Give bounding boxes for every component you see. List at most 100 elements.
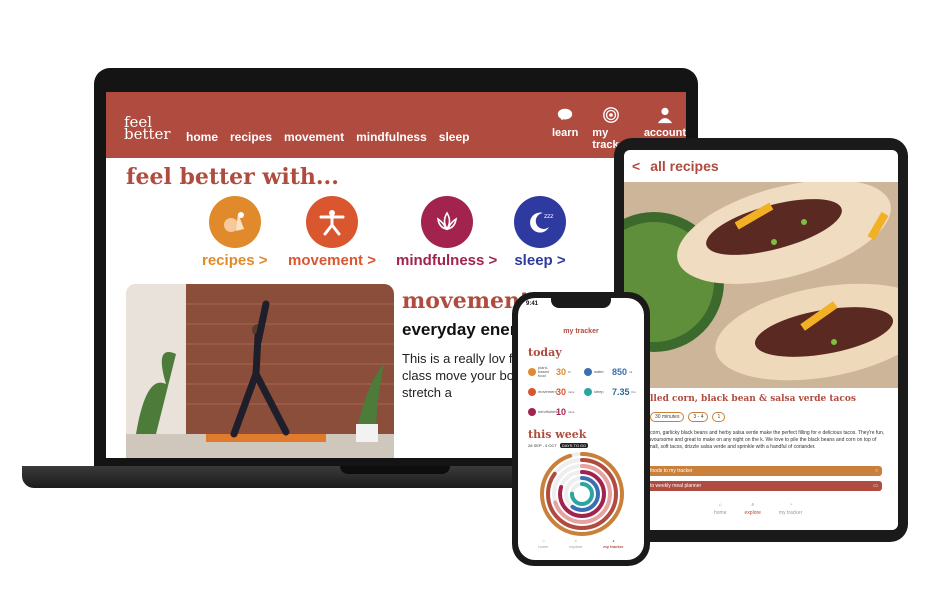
tablet-tab-tracker-label: my tracker (778, 510, 803, 516)
laptop-notch (340, 466, 450, 474)
tablet-page-title: all recipes (650, 158, 719, 174)
days-to-go-badge: DAYS TO GO (559, 443, 589, 448)
stat-sleep[interactable]: sleep 7.35 hrs (584, 384, 636, 400)
nav-learn-label: learn (552, 127, 579, 139)
week-range: 28 SEP - 4 OCT DAYS TO GO (528, 443, 589, 448)
add-to-tracker-button[interactable]: foods to my tracker ○ (646, 466, 882, 476)
user-icon (657, 107, 673, 124)
stat-value: 7.35 (612, 387, 630, 397)
nav-home[interactable]: home (186, 130, 218, 144)
tablet-tab-explore[interactable]: ⌕ explore (745, 502, 761, 516)
category-row: recipes > movement > mindfulness > zzz s… (196, 196, 676, 276)
search-icon: ⌕ (574, 538, 577, 543)
nav-sleep[interactable]: sleep (439, 130, 470, 144)
tablet-tab-home[interactable]: ⌂ home (714, 502, 727, 516)
stat-label: sleep (594, 389, 604, 394)
phone-tab-my-tracker[interactable]: ◕ my tracker (603, 538, 623, 549)
tag-servings: 3 - 4 (688, 412, 709, 422)
tablet-tab-my-tracker[interactable]: ◔ my tracker (779, 502, 802, 516)
stat-unit: % (568, 370, 571, 374)
recipe-tags: 30 minutes 3 - 4 1 (650, 412, 726, 422)
brain-icon (557, 108, 573, 121)
site-logo[interactable]: feel better (124, 115, 171, 143)
stat-label: mindfulness (538, 409, 560, 414)
nav-learn[interactable]: learn (552, 106, 578, 151)
phone-tab-home-label: home (538, 544, 549, 549)
tablet-tab-explore-label: explore (744, 510, 761, 516)
stat-label: plant-based food (538, 365, 549, 378)
stat-value: 30 (556, 387, 567, 397)
tracker-icon: ◔ (789, 502, 793, 508)
stat-value: 30 (556, 367, 567, 377)
vegetables-icon (208, 196, 261, 248)
tacos-image (624, 182, 898, 388)
stat-unit: ml (629, 370, 633, 374)
stat-water[interactable]: water 850 ml (584, 364, 636, 380)
add-to-tracker-label: foods to my tracker (650, 468, 693, 474)
category-recipes[interactable]: recipes > (202, 196, 267, 269)
svg-text:zzz: zzz (544, 213, 553, 220)
tablet-tab-home-label: home (714, 510, 727, 516)
stat-movement[interactable]: movement 30 mins (528, 384, 580, 400)
category-sleep-label: sleep > (514, 252, 566, 269)
recipe-title: lled corn, black bean & salsa verde taco… (650, 394, 856, 404)
add-to-planner-label: to weekly meal planner (650, 483, 702, 489)
nav-recipes[interactable]: recipes (230, 130, 272, 144)
tag-count: 1 (712, 412, 726, 422)
back-chevron-icon[interactable]: < (632, 158, 640, 174)
status-time: 9:41 (526, 301, 539, 307)
stat-unit: hrs (631, 390, 636, 394)
phone-tab-home[interactable]: ⌂ home (538, 538, 548, 549)
check-circle-icon: ○ (874, 468, 878, 474)
phone-tab-explore-label: explore (569, 544, 583, 549)
category-sleep[interactable]: zzz sleep > (514, 196, 566, 269)
nav-mindfulness[interactable]: mindfulness (356, 130, 427, 144)
stat-plant-food[interactable]: plant-based food 30 % (528, 364, 580, 380)
today-heading: today (528, 346, 562, 359)
yoga-hero-image (126, 284, 394, 458)
phone-tab-bar: ⌂ home ⌕ explore ◕ my tracker (518, 538, 644, 549)
tablet-header: < all recipes (624, 150, 898, 182)
recipe-description: d corn, garlicky black beans and herby s… (646, 430, 885, 450)
week-heading: this week (528, 428, 587, 441)
lotus-icon (420, 196, 473, 248)
home-icon: ⌂ (542, 538, 545, 543)
movement-icon (528, 388, 536, 396)
add-to-planner-button[interactable]: to weekly meal planner ▭ (646, 481, 882, 491)
home-icon: ⌂ (718, 502, 722, 508)
logo-line-2: better (124, 125, 171, 143)
tracker-title: my tracker (563, 328, 599, 335)
category-movement-label: movement > (288, 252, 376, 269)
nav-movement[interactable]: movement (284, 130, 344, 144)
tracker-icon: ◕ (612, 538, 615, 543)
phone-screen: 9:41 my tracker today plant-based food 3… (518, 298, 644, 560)
stat-value: 10 (556, 407, 567, 417)
plant-icon (528, 368, 536, 376)
feature-title: movement (402, 288, 531, 314)
calendar-icon: ▭ (873, 483, 878, 489)
week-range-dates: 28 SEP - 4 OCT (528, 443, 557, 448)
phone-tab-explore[interactable]: ⌕ explore (569, 538, 582, 549)
stat-label: movement (538, 389, 557, 394)
lotus-icon (528, 408, 536, 416)
page-heading: feel better with... (126, 164, 339, 190)
stat-value: 850 (612, 367, 628, 377)
exercise-figure-icon (305, 196, 358, 248)
tablet-screen: < all recipes lled corn, black bean & sa… (624, 150, 898, 530)
category-mindfulness-label: mindfulness > (396, 252, 498, 269)
stat-label: water (594, 369, 604, 374)
phone-tab-tracker-label: my tracker (603, 544, 624, 549)
category-movement[interactable]: movement > (288, 196, 376, 269)
site-nav-bar: feel better home recipes movement mindfu… (106, 92, 686, 158)
weekly-progress-rings (540, 452, 624, 536)
category-mindfulness[interactable]: mindfulness > (396, 196, 497, 269)
category-recipes-label: recipes > (202, 252, 268, 269)
search-icon: ⌕ (751, 502, 755, 508)
tablet-tab-bar: ⌂ home ⌕ explore ◔ my tracker (714, 502, 802, 516)
tracker-icon (603, 107, 619, 123)
phone-notch (551, 298, 611, 308)
moon-icon: zzz (514, 196, 566, 248)
moon-icon (584, 388, 592, 396)
stat-mindfulness[interactable]: mindfulness 10 mins (528, 404, 580, 420)
main-nav: home recipes movement mindfulness sleep (186, 130, 469, 144)
